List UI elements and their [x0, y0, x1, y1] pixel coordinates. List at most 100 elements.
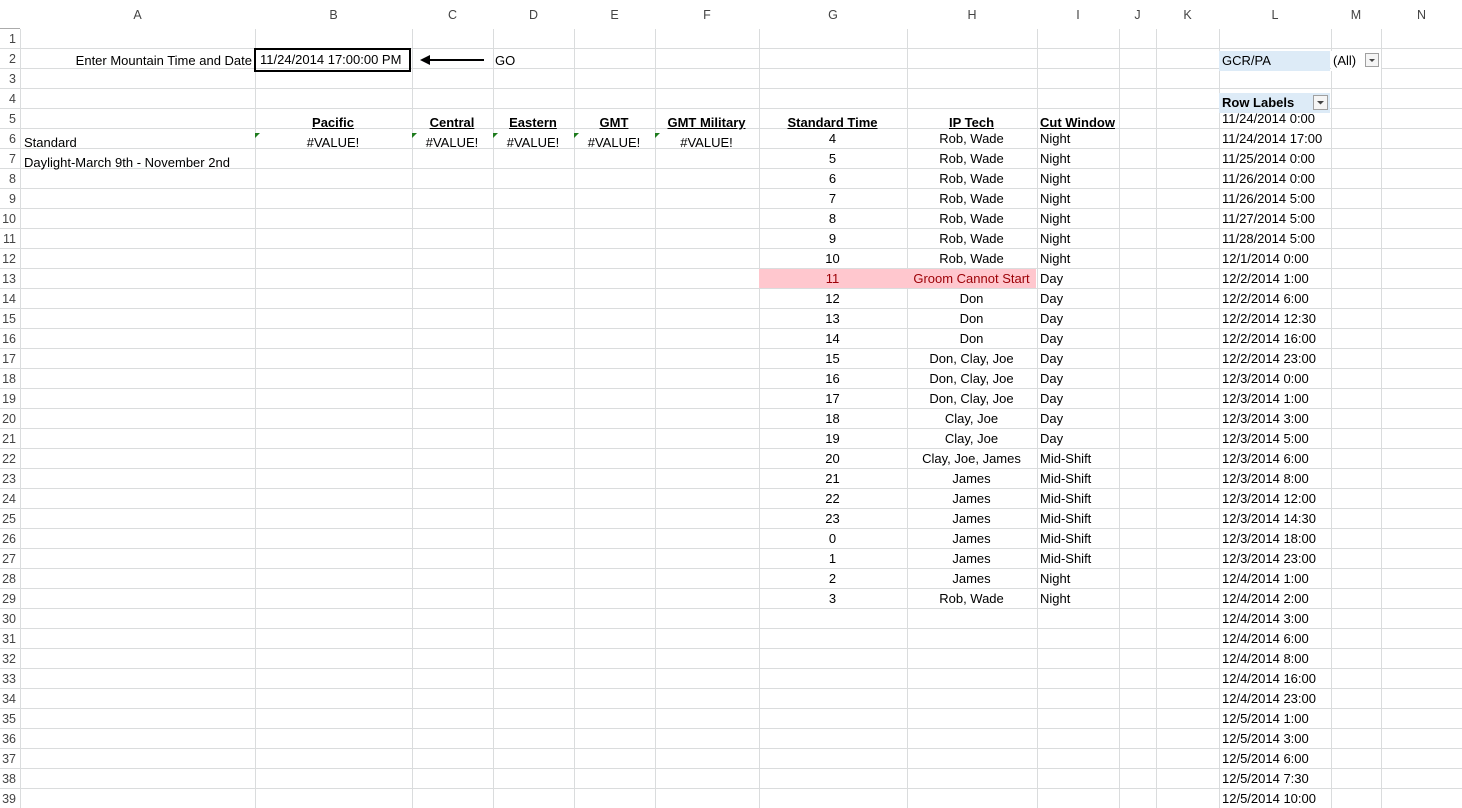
row-header[interactable]: 24 [0, 489, 16, 509]
cut-window-cell[interactable]: Night [1037, 169, 1138, 189]
pivot-row-item[interactable]: 12/3/2014 1:00 [1219, 389, 1330, 409]
ip-tech-cell[interactable]: Groom Cannot Start [907, 269, 1036, 289]
row-header[interactable]: 32 [0, 649, 16, 669]
ip-tech-cell[interactable]: Rob, Wade [907, 249, 1036, 269]
row-header[interactable]: 5 [0, 109, 16, 129]
row-header[interactable]: 30 [0, 609, 16, 629]
pivot-row-item[interactable]: 12/5/2014 10:00 [1219, 789, 1330, 808]
row-header[interactable]: 19 [0, 389, 16, 409]
standard-time-cell[interactable]: 23 [759, 509, 906, 529]
standard-time-cell[interactable]: 11 [759, 269, 906, 289]
row-header[interactable]: 39 [0, 789, 16, 808]
standard-time-cell[interactable]: 7 [759, 189, 906, 209]
pacific-value[interactable]: #VALUE! [255, 133, 411, 153]
pivot-row-item[interactable]: 12/2/2014 6:00 [1219, 289, 1330, 309]
row-header[interactable]: 25 [0, 509, 16, 529]
column-header-d[interactable]: D [493, 0, 574, 29]
column-header-n[interactable]: N [1381, 0, 1462, 29]
pivot-row-item[interactable]: 12/4/2014 16:00 [1219, 669, 1330, 689]
pivot-row-item[interactable]: 12/2/2014 12:30 [1219, 309, 1330, 329]
pivot-row-item[interactable]: 12/3/2014 0:00 [1219, 369, 1330, 389]
pivot-row-item[interactable]: 11/28/2014 5:00 [1219, 229, 1330, 249]
pivot-row-item[interactable]: 12/3/2014 6:00 [1219, 449, 1330, 469]
standard-time-cell[interactable]: 15 [759, 349, 906, 369]
standard-time-cell[interactable]: 19 [759, 429, 906, 449]
column-header-g[interactable]: G [759, 0, 907, 29]
ip-tech-cell[interactable]: Don [907, 329, 1036, 349]
row-header[interactable]: 8 [0, 169, 16, 189]
column-header-h[interactable]: H [907, 0, 1037, 29]
pivot-row-item[interactable]: 11/24/2014 0:00 [1219, 109, 1330, 129]
ip-tech-cell[interactable]: James [907, 549, 1036, 569]
standard-time-cell[interactable]: 5 [759, 149, 906, 169]
standard-time-cell[interactable]: 14 [759, 329, 906, 349]
cut-window-cell[interactable]: Night [1037, 229, 1138, 249]
row-header[interactable]: 26 [0, 529, 16, 549]
pivot-row-item[interactable]: 12/3/2014 23:00 [1219, 549, 1330, 569]
ip-tech-cell[interactable]: Rob, Wade [907, 129, 1036, 149]
row-header[interactable]: 12 [0, 249, 16, 269]
standard-time-cell[interactable]: 1 [759, 549, 906, 569]
cut-window-cell[interactable]: Night [1037, 589, 1138, 609]
row-header[interactable]: 29 [0, 589, 16, 609]
row-header[interactable]: 7 [0, 149, 16, 169]
row-header[interactable]: 36 [0, 729, 16, 749]
cut-window-cell[interactable]: Day [1037, 329, 1138, 349]
cut-window-cell[interactable]: Night [1037, 249, 1138, 269]
ip-tech-cell[interactable]: Clay, Joe [907, 429, 1036, 449]
standard-time-cell[interactable]: 9 [759, 229, 906, 249]
pivot-row-item[interactable]: 12/4/2014 6:00 [1219, 629, 1330, 649]
pivot-row-item[interactable]: 12/3/2014 5:00 [1219, 429, 1330, 449]
ip-tech-cell[interactable]: Rob, Wade [907, 169, 1036, 189]
central-value[interactable]: #VALUE! [412, 133, 492, 153]
column-header-f[interactable]: F [655, 0, 759, 29]
pivot-row-item[interactable]: 12/5/2014 1:00 [1219, 709, 1330, 729]
standard-time-cell[interactable]: 13 [759, 309, 906, 329]
row-header[interactable]: 14 [0, 289, 16, 309]
ip-tech-cell[interactable]: Rob, Wade [907, 209, 1036, 229]
row-header[interactable]: 28 [0, 569, 16, 589]
ip-tech-cell[interactable]: Don [907, 289, 1036, 309]
row-header[interactable]: 37 [0, 749, 16, 769]
row-header[interactable]: 21 [0, 429, 16, 449]
row-header[interactable]: 4 [0, 89, 16, 109]
pivot-row-item[interactable]: 11/24/2014 17:00 [1219, 129, 1330, 149]
column-header-k[interactable]: K [1156, 0, 1219, 29]
standard-time-cell[interactable]: 18 [759, 409, 906, 429]
ip-tech-cell[interactable]: James [907, 489, 1036, 509]
column-header-e[interactable]: E [574, 0, 655, 29]
cut-window-cell[interactable]: Night [1037, 129, 1138, 149]
cut-window-cell[interactable]: Day [1037, 349, 1138, 369]
ip-tech-cell[interactable]: Don, Clay, Joe [907, 349, 1036, 369]
column-header-i[interactable]: I [1037, 0, 1119, 29]
column-header-b[interactable]: B [255, 0, 412, 29]
row-header[interactable]: 9 [0, 189, 16, 209]
cut-window-cell[interactable]: Night [1037, 569, 1138, 589]
column-header-m[interactable]: M [1331, 0, 1381, 29]
filter-dropdown-icon[interactable] [1313, 95, 1328, 110]
pivot-row-item[interactable]: 12/4/2014 2:00 [1219, 589, 1330, 609]
gmt-military-value[interactable]: #VALUE! [655, 133, 758, 153]
ip-tech-cell[interactable]: Clay, Joe [907, 409, 1036, 429]
cut-window-cell[interactable]: Day [1037, 269, 1138, 289]
row-header[interactable]: 3 [0, 69, 16, 89]
cut-window-cell[interactable]: Day [1037, 289, 1138, 309]
ip-tech-cell[interactable]: James [907, 469, 1036, 489]
ip-tech-cell[interactable]: Rob, Wade [907, 189, 1036, 209]
row-header[interactable]: 15 [0, 309, 16, 329]
pivot-row-item[interactable]: 12/4/2014 1:00 [1219, 569, 1330, 589]
ip-tech-cell[interactable]: Don [907, 309, 1036, 329]
row-header[interactable]: 11 [0, 229, 16, 249]
cut-window-cell[interactable]: Mid-Shift [1037, 469, 1138, 489]
cut-window-cell[interactable]: Mid-Shift [1037, 489, 1138, 509]
standard-time-cell[interactable]: 3 [759, 589, 906, 609]
pivot-row-item[interactable]: 12/3/2014 14:30 [1219, 509, 1330, 529]
standard-time-cell[interactable]: 4 [759, 129, 906, 149]
cut-window-cell[interactable]: Day [1037, 409, 1138, 429]
row-header[interactable]: 18 [0, 369, 16, 389]
pivot-row-item[interactable]: 12/5/2014 6:00 [1219, 749, 1330, 769]
row-header[interactable]: 1 [0, 29, 16, 49]
row-header[interactable]: 17 [0, 349, 16, 369]
cut-window-cell[interactable]: Mid-Shift [1037, 529, 1138, 549]
ip-tech-cell[interactable]: Don, Clay, Joe [907, 389, 1036, 409]
